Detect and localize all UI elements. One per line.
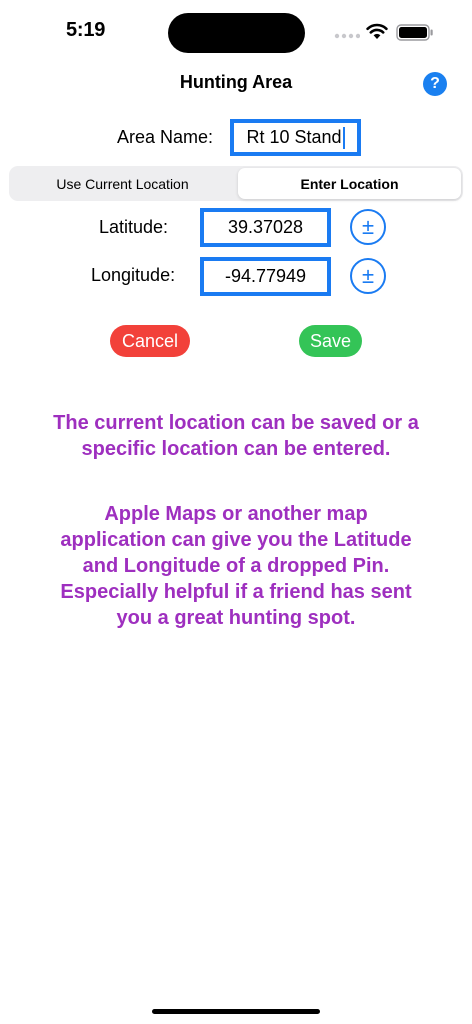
help-button[interactable]: ?	[423, 72, 447, 96]
page-title: Hunting Area	[179, 72, 293, 92]
segment-enter-location[interactable]: Enter Location	[238, 168, 461, 199]
question-mark-icon: ?	[430, 75, 440, 92]
home-indicator[interactable]	[152, 1009, 320, 1014]
info-text-map-apps: Apple Maps or another map application ca…	[60, 503, 412, 629]
area-name-input[interactable]: Rt 10 Stand	[230, 119, 361, 156]
info-text-location-options: The current location can be saved or a s…	[53, 412, 419, 460]
longitude-sign-toggle-button[interactable]: ±	[350, 258, 386, 294]
status-time: 5:19	[66, 19, 106, 41]
plus-minus-icon: ±	[361, 214, 375, 239]
cellular-signal-icon	[334, 33, 360, 39]
segment-use-current-location[interactable]: Use Current Location	[9, 166, 236, 201]
longitude-value: -94.77949	[224, 266, 307, 286]
location-mode-segmented-control: Use Current Location Enter Location	[9, 166, 463, 201]
area-name-label: Area Name:	[117, 127, 214, 147]
battery-icon	[396, 24, 433, 41]
latitude-label: Latitude:	[99, 217, 169, 237]
dynamic-island	[168, 13, 305, 53]
cancel-button[interactable]: Cancel	[110, 325, 190, 357]
save-button[interactable]: Save	[299, 325, 362, 357]
area-name-value: Rt 10 Stand	[246, 127, 342, 147]
latitude-input[interactable]: 39.37028	[200, 208, 331, 247]
wifi-icon	[366, 23, 388, 39]
plus-minus-icon: ±	[361, 263, 375, 288]
latitude-value: 39.37028	[227, 217, 304, 237]
longitude-label: Longitude:	[91, 265, 176, 285]
latitude-sign-toggle-button[interactable]: ±	[350, 209, 386, 245]
longitude-input[interactable]: -94.77949	[200, 257, 331, 296]
text-caret	[342, 126, 345, 149]
